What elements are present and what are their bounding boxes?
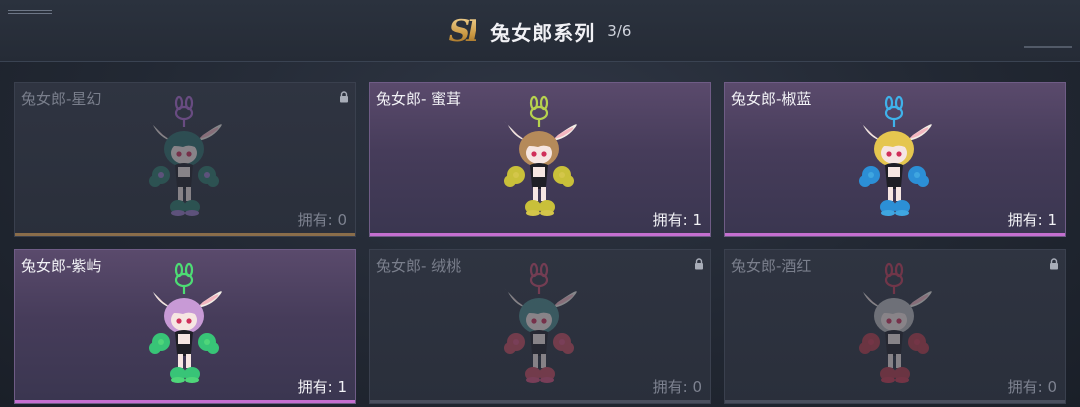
card-bar <box>725 400 1065 403</box>
card-bar <box>370 233 710 236</box>
character-figure <box>835 262 955 392</box>
owned-count: 拥有: 0 <box>652 378 702 396</box>
item-name: 兔女郎-酒红 <box>731 257 812 275</box>
lock-icon <box>339 88 349 103</box>
item-name: 兔女郎-椒蓝 <box>731 90 812 108</box>
item-card[interactable]: 兔女郎- 绒桃 拥有: 0 <box>369 249 711 404</box>
item-name: 兔女郎-紫屿 <box>21 257 102 275</box>
owned-count: 拥有: 1 <box>652 211 702 229</box>
character-figure <box>125 262 245 392</box>
character-figure <box>480 95 600 225</box>
owned-count: 拥有: 1 <box>1007 211 1057 229</box>
owned-count: 拥有: 1 <box>297 378 347 396</box>
item-grid: 兔女郎-星幻 拥有: 0 兔女郎- 蜜茸 拥有: 1 兔女郎-椒蓝 拥有: 1 … <box>0 0 1080 407</box>
item-card[interactable]: 兔女郎-椒蓝 拥有: 1 <box>724 82 1066 237</box>
item-card[interactable]: 兔女郎- 蜜茸 拥有: 1 <box>369 82 711 237</box>
owned-count: 拥有: 0 <box>1007 378 1057 396</box>
character-figure <box>835 95 955 225</box>
card-bar <box>15 233 355 236</box>
character-figure <box>480 262 600 392</box>
character-figure <box>125 95 245 225</box>
item-name: 兔女郎- 蜜茸 <box>376 90 462 108</box>
lock-icon <box>694 255 704 270</box>
card-bar <box>15 400 355 403</box>
item-card[interactable]: 兔女郎-紫屿 拥有: 1 <box>14 249 356 404</box>
item-card[interactable]: 兔女郎-星幻 拥有: 0 <box>14 82 356 237</box>
lock-icon <box>1049 255 1059 270</box>
owned-count: 拥有: 0 <box>297 211 347 229</box>
card-bar <box>370 400 710 403</box>
card-bar <box>725 233 1065 236</box>
item-name: 兔女郎- 绒桃 <box>376 257 462 275</box>
item-card[interactable]: 兔女郎-酒红 拥有: 0 <box>724 249 1066 404</box>
item-name: 兔女郎-星幻 <box>21 90 102 108</box>
